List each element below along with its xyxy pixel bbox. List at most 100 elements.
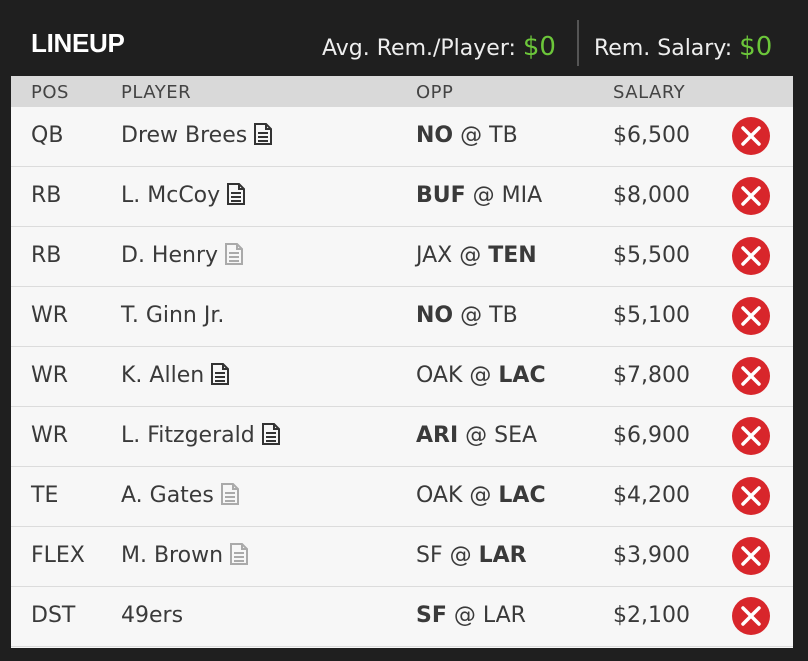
player-name[interactable]: L. McCoy (121, 183, 220, 208)
remove-player-button[interactable] (732, 537, 770, 575)
away-team: NO (416, 123, 454, 148)
away-team: SF (416, 603, 447, 628)
remove-player-button[interactable] (732, 297, 770, 335)
lineup-header: LINEUP Avg. Rem./Player: $0 Rem. Salary:… (0, 0, 808, 76)
remove-player-button[interactable] (732, 417, 770, 455)
player-name-cell: 49ers (121, 603, 183, 628)
document-note-icon[interactable] (261, 423, 281, 451)
lineup-row: TE A. Gates OAK @ LAC $4,200 (11, 467, 793, 527)
at-symbol: @ (469, 363, 492, 388)
matchup: BUF @ MIA (416, 183, 542, 208)
player-salary: $2,100 (613, 603, 690, 628)
remove-player-button[interactable] (732, 237, 770, 275)
home-team: LAC (498, 483, 546, 508)
player-position: WR (31, 363, 69, 388)
lineup-row: QB Drew Brees NO @ TB $6,500 (11, 107, 793, 167)
remove-player-button[interactable] (732, 177, 770, 215)
lineup-row: WR L. Fitzgerald ARI @ SEA $6,900 (11, 407, 793, 467)
home-team: TB (489, 123, 518, 148)
lineup-row: RB L. McCoy BUF @ MIA $8,000 (11, 167, 793, 227)
avg-remaining-value: $0 (522, 32, 556, 62)
lineup-row: FLEX M. Brown SF @ LAR $3,900 (11, 527, 793, 587)
home-team: MIA (501, 183, 543, 208)
at-symbol: @ (449, 543, 472, 568)
player-name-cell: T. Ginn Jr. (121, 303, 224, 328)
player-salary: $3,900 (613, 543, 690, 568)
player-salary: $7,800 (613, 363, 690, 388)
matchup: NO @ TB (416, 123, 518, 148)
avg-remaining-per-player: Avg. Rem./Player: $0 (322, 32, 556, 62)
home-team: TB (489, 303, 518, 328)
home-team: LAC (498, 363, 546, 388)
remaining-salary-label: Rem. Salary: (594, 36, 733, 61)
header-divider (577, 20, 579, 66)
away-team: JAX (416, 243, 453, 268)
remove-x-icon (741, 546, 761, 566)
player-name[interactable]: 49ers (121, 603, 183, 628)
remove-x-icon (741, 186, 761, 206)
remove-player-button[interactable] (732, 357, 770, 395)
player-position: FLEX (31, 543, 85, 568)
document-note-icon[interactable] (229, 543, 249, 571)
remove-x-icon (741, 246, 761, 266)
document-note-icon[interactable] (210, 363, 230, 391)
lineup-title: LINEUP (31, 28, 125, 58)
player-name[interactable]: D. Henry (121, 243, 218, 268)
lineup-panel: LINEUP Avg. Rem./Player: $0 Rem. Salary:… (0, 0, 808, 661)
at-symbol: @ (469, 483, 492, 508)
player-position: WR (31, 423, 69, 448)
player-position: RB (31, 243, 62, 268)
away-team: ARI (416, 423, 459, 448)
at-symbol: @ (465, 423, 488, 448)
matchup: ARI @ SEA (416, 423, 537, 448)
away-team: SF (416, 543, 443, 568)
player-name[interactable]: L. Fitzgerald (121, 423, 255, 448)
remaining-salary-value: $0 (739, 32, 773, 62)
column-header-row: POS PLAYER OPP SALARY (11, 76, 793, 107)
document-note-icon[interactable] (224, 243, 244, 271)
player-name[interactable]: K. Allen (121, 363, 204, 388)
home-team: LAR (482, 603, 526, 628)
away-team: BUF (416, 183, 466, 208)
remove-x-icon (741, 306, 761, 326)
remove-player-button[interactable] (732, 597, 770, 635)
at-symbol: @ (453, 603, 476, 628)
column-header-pos: POS (31, 82, 69, 103)
player-name[interactable]: T. Ginn Jr. (121, 303, 224, 328)
player-position: TE (31, 483, 59, 508)
player-salary: $6,900 (613, 423, 690, 448)
player-name[interactable]: A. Gates (121, 483, 214, 508)
document-note-icon[interactable] (226, 183, 246, 211)
at-symbol: @ (472, 183, 495, 208)
remove-x-icon (741, 486, 761, 506)
remove-x-icon (741, 606, 761, 626)
remove-player-button[interactable] (732, 477, 770, 515)
matchup: SF @ LAR (416, 603, 526, 628)
player-name-cell: Drew Brees (121, 123, 273, 151)
player-name[interactable]: M. Brown (121, 543, 223, 568)
player-name-cell: D. Henry (121, 243, 244, 271)
player-salary: $5,500 (613, 243, 690, 268)
player-name[interactable]: Drew Brees (121, 123, 247, 148)
remove-x-icon (741, 366, 761, 386)
away-team: OAK (416, 483, 463, 508)
player-name-cell: K. Allen (121, 363, 230, 391)
player-name-cell: M. Brown (121, 543, 249, 571)
document-note-icon[interactable] (220, 483, 240, 511)
matchup: NO @ TB (416, 303, 518, 328)
player-position: WR (31, 303, 69, 328)
at-symbol: @ (460, 303, 483, 328)
player-position: DST (31, 603, 76, 628)
lineup-table: POS PLAYER OPP SALARY QB Drew Brees NO @ T… (11, 76, 793, 648)
column-header-opp: OPP (416, 82, 454, 103)
player-name-cell: L. Fitzgerald (121, 423, 281, 451)
player-name-cell: L. McCoy (121, 183, 246, 211)
document-note-icon[interactable] (253, 123, 273, 151)
home-team: TEN (488, 243, 537, 268)
lineup-row: WR K. Allen OAK @ LAC $7,800 (11, 347, 793, 407)
remaining-salary: Rem. Salary: $0 (594, 32, 772, 62)
player-name-cell: A. Gates (121, 483, 240, 511)
column-header-player: PLAYER (121, 82, 192, 103)
remove-player-button[interactable] (732, 117, 770, 155)
matchup: SF @ LAR (416, 543, 527, 568)
